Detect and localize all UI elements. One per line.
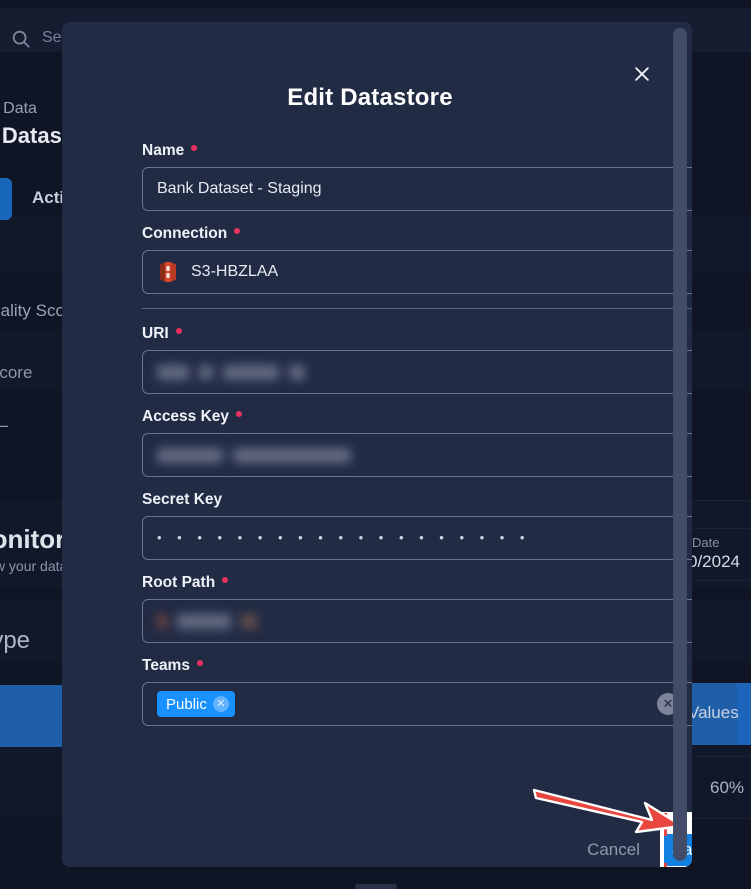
field-secret-key: Secret Key • • • • • • • • • • • • • • •…	[142, 491, 692, 560]
breadcrumb[interactable]: Source Data	[0, 100, 37, 118]
required-indicator-icon	[236, 410, 243, 417]
monitoring-subtitle: Know your data	[0, 558, 68, 574]
aws-s3-icon	[157, 260, 179, 284]
bottom-handle	[355, 884, 397, 889]
divider	[690, 528, 751, 529]
teams-multiselect[interactable]: Public ✕ ✕	[142, 682, 692, 726]
name-input[interactable]: Bank Dataset - Staging	[142, 167, 692, 211]
access-key-redacted-value	[157, 447, 351, 463]
team-chip-label: Public	[166, 695, 207, 713]
secret-key-input[interactable]: • • • • • • • • • • • • • • • • • • •	[142, 516, 692, 560]
percent-value: 60%	[710, 778, 745, 797]
actions-accent	[0, 178, 12, 220]
root-path-redacted-value	[157, 613, 257, 629]
connection-value: S3-HBZLAA	[191, 263, 279, 280]
form-divider	[142, 308, 692, 309]
modal-title: Edit Datastore	[287, 84, 453, 111]
required-indicator-icon	[175, 327, 182, 334]
secret-key-masked-value: • • • • • • • • • • • • • • • • • • •	[157, 530, 531, 545]
team-chip-public[interactable]: Public ✕	[157, 691, 235, 717]
uri-label: URI	[142, 325, 692, 343]
divider	[690, 580, 751, 581]
secret-key-label: Secret Key	[142, 491, 223, 508]
chip-close-icon[interactable]: ✕	[212, 696, 229, 712]
date-column-header: Date	[692, 535, 720, 550]
divider	[690, 500, 751, 501]
field-root-path: Root Path	[142, 574, 692, 643]
required-indicator-icon	[234, 227, 241, 234]
edit-datastore-form: Name Bank Dataset - Staging Connection S…	[142, 142, 692, 740]
teams-label: Teams	[142, 657, 692, 675]
field-connection: Connection S3-HBZLAA	[142, 225, 692, 294]
external-link-icon[interactable]	[690, 226, 692, 248]
score-value: –	[0, 415, 8, 436]
divider	[690, 756, 751, 757]
type-column-header: Type	[0, 627, 31, 654]
connection-label: Connection	[142, 225, 692, 243]
values-label: Values	[688, 703, 739, 722]
modal-footer: Cancel Save	[142, 812, 692, 867]
access-key-input[interactable]	[142, 433, 692, 477]
type-row-accent	[0, 685, 64, 747]
required-indicator-icon	[191, 144, 198, 151]
field-access-key: Access Key	[142, 408, 692, 477]
date-value: 0/2024	[688, 552, 740, 571]
field-name: Name Bank Dataset - Staging	[142, 142, 692, 211]
score-label: Score	[0, 363, 33, 382]
edit-datastore-modal: Edit Datastore Name Bank Dataset - Stagi…	[62, 22, 692, 867]
divider	[690, 818, 751, 819]
field-uri: URI	[142, 325, 692, 394]
name-input-value: Bank Dataset - Staging	[157, 180, 322, 197]
root-path-input[interactable]	[142, 599, 692, 643]
close-icon[interactable]	[630, 62, 654, 86]
modal-scrollbar[interactable]	[673, 28, 687, 861]
name-label: Name	[142, 142, 692, 160]
access-key-label: Access Key	[142, 408, 692, 426]
required-indicator-icon	[222, 576, 229, 583]
uri-redacted-value	[157, 364, 305, 380]
cancel-button[interactable]: Cancel	[581, 836, 646, 864]
root-path-label: Root Path	[142, 574, 692, 592]
field-teams: Teams Public ✕ ✕	[142, 657, 692, 726]
uri-input[interactable]	[142, 350, 692, 394]
required-indicator-icon	[196, 659, 203, 666]
connection-select[interactable]: S3-HBZLAA	[142, 250, 692, 294]
search-icon	[10, 28, 32, 50]
